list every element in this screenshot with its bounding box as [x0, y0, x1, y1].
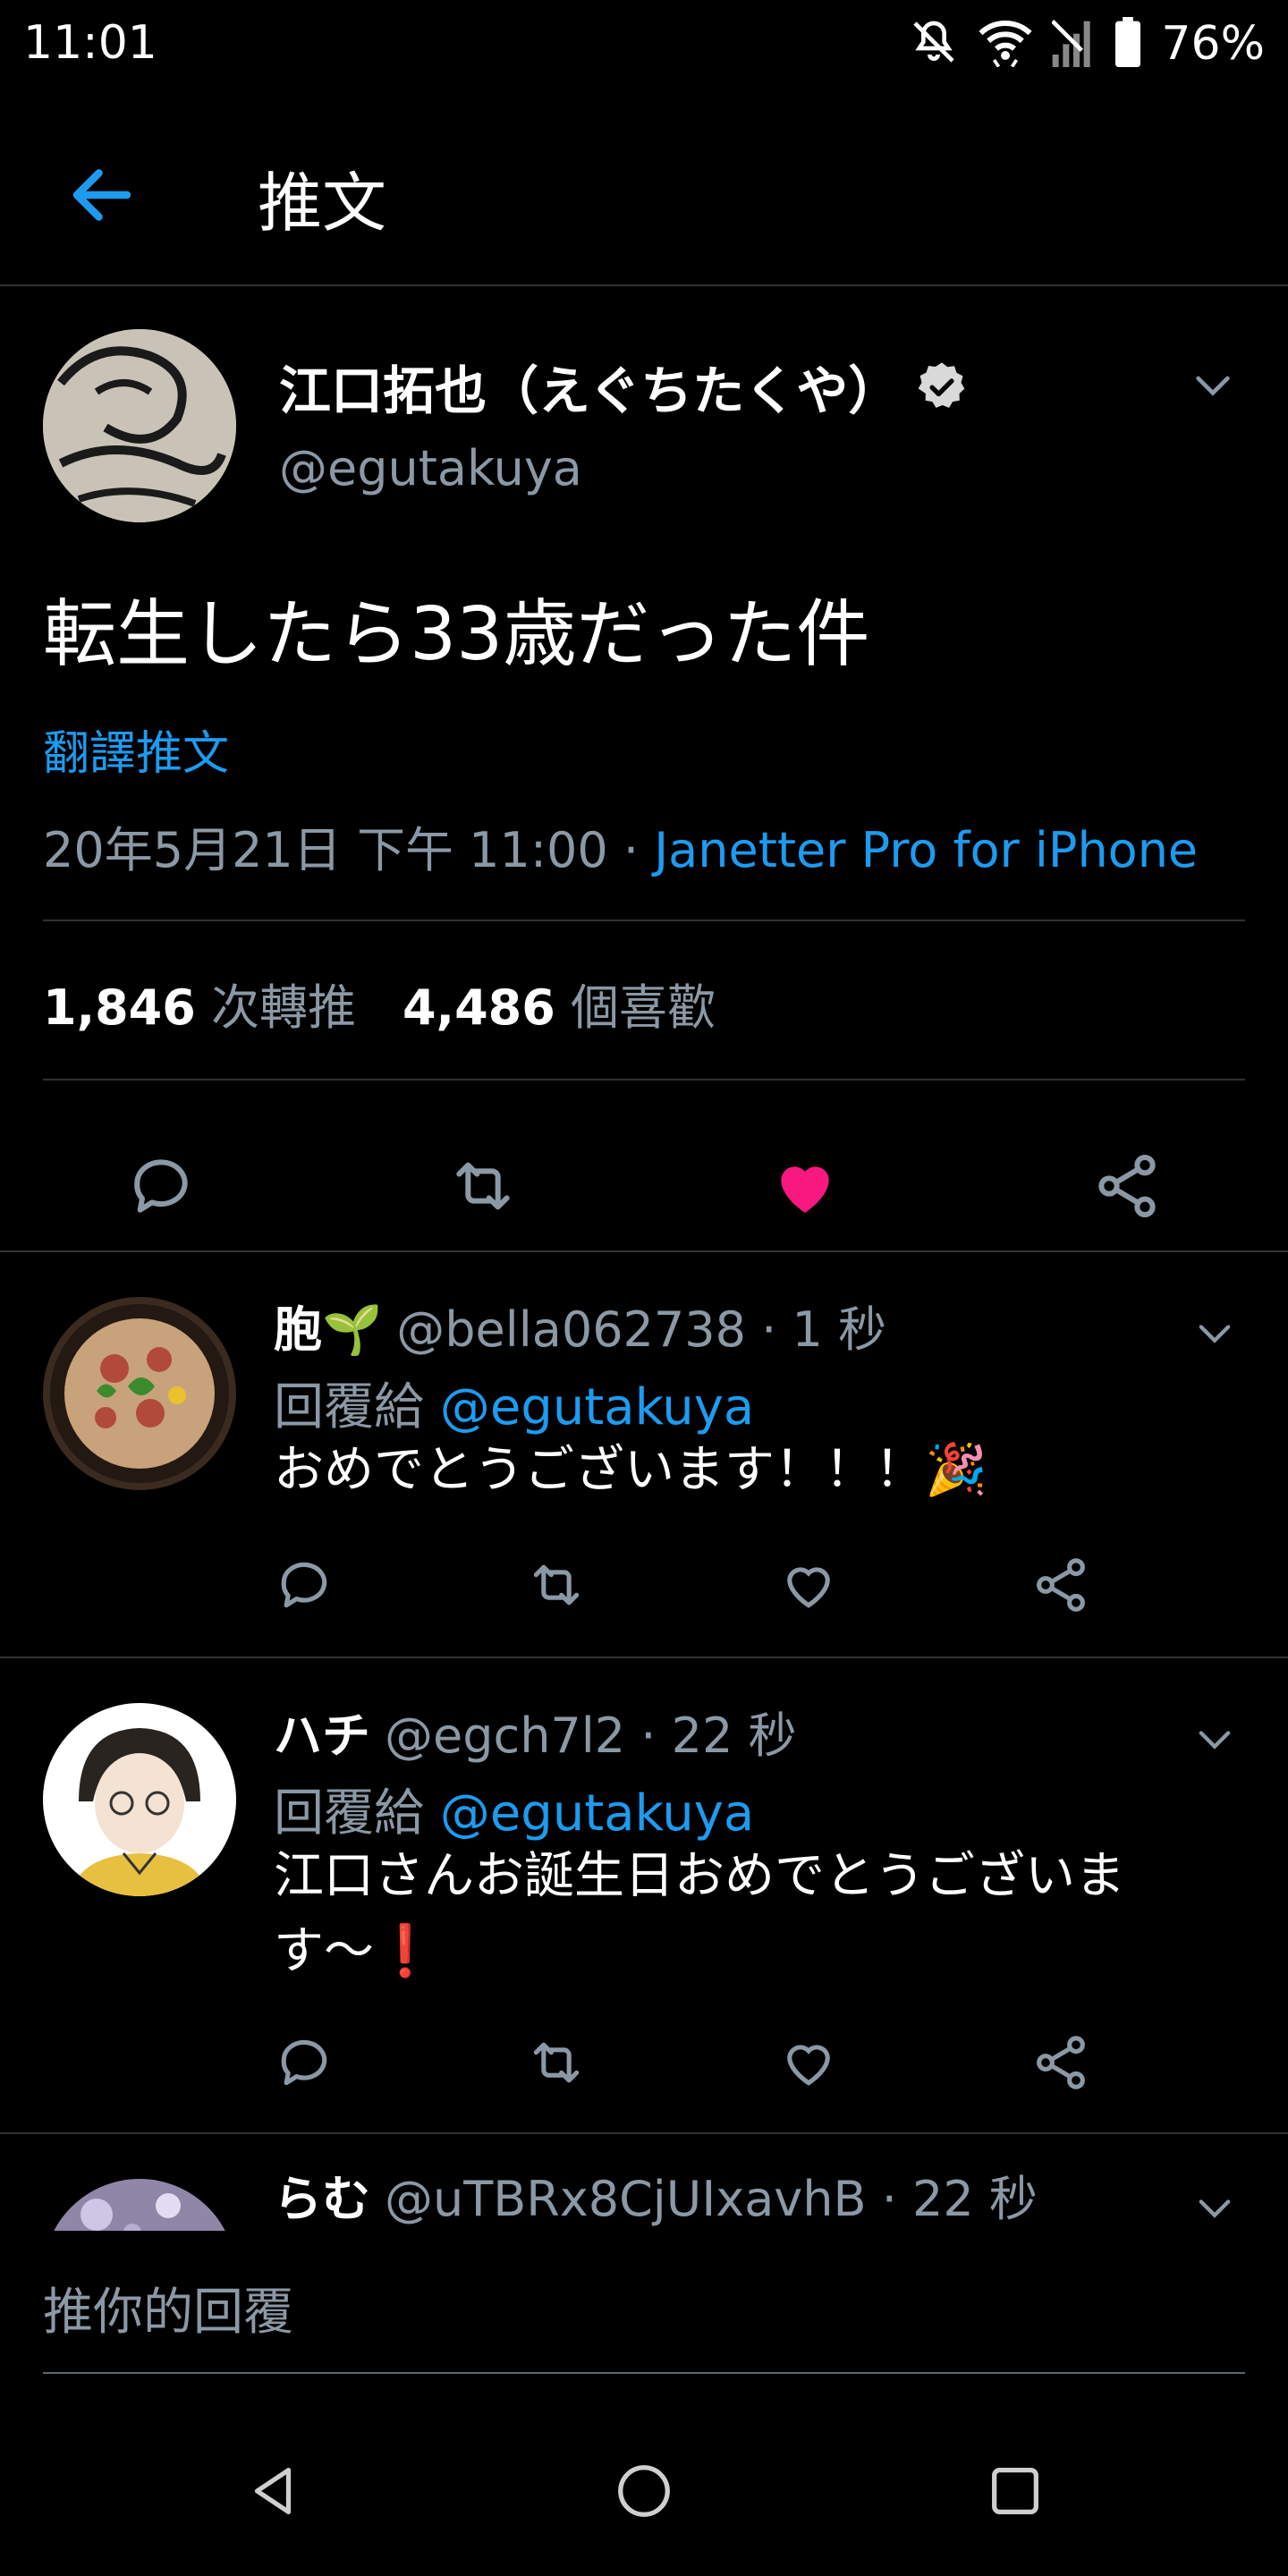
- reply-action-bar: [274, 2032, 1132, 2104]
- nav-recents-icon[interactable]: [984, 2460, 1046, 2522]
- chevron-down-icon[interactable]: [1191, 1309, 1238, 1356]
- composer-underline: [43, 2372, 1245, 2374]
- reply-item[interactable]: ハチ @egch7l2 · 22 秒 回覆給 @egutakuya 江口さんお誕生…: [0, 1660, 1288, 2134]
- reply-icon[interactable]: [274, 2032, 335, 2093]
- author-display-name: 江口拓也（えぐちたくや）: [279, 360, 901, 421]
- reply-time: · 22 秒: [866, 2171, 1038, 2227]
- reply-header: 胞🌱 @bella062738 · 1 秒: [274, 1290, 886, 1360]
- battery-percent: 76%: [1161, 17, 1265, 71]
- like-label: 個喜歡: [570, 979, 716, 1036]
- replying-to-label: 回覆給: [274, 1378, 424, 1436]
- reply-text: 江口さんお誕生日おめでとうございます〜❗: [274, 1847, 1125, 1980]
- replying-to: 回覆給 @egutakuya: [274, 1773, 754, 1845]
- main-tweet: 江口拓也（えぐちたくや） @egutakuya 転生したら33歳だった件 翻譯推…: [0, 288, 1288, 1252]
- share-icon[interactable]: [1030, 1555, 1091, 1615]
- page-title: 推文: [258, 165, 387, 241]
- replying-to-label: 回覆給: [274, 1784, 424, 1843]
- reply-display-name: 胞🌱: [274, 1301, 383, 1358]
- replying-to-handle[interactable]: @egutakuya: [440, 1378, 754, 1436]
- tweet-timestamp: 20年5月21日 下午 11:00 ·: [43, 822, 655, 878]
- share-icon[interactable]: [1030, 2032, 1091, 2093]
- like-count: 4,486: [402, 979, 555, 1036]
- replying-to-handle[interactable]: @egutakuya: [440, 1784, 754, 1843]
- verified-badge-icon: [918, 362, 965, 408]
- author-handle: @egutakuya: [279, 440, 582, 496]
- retweet-icon[interactable]: [447, 1150, 519, 1222]
- tweet-action-bar: [0, 1120, 1288, 1245]
- top-app-bar: 推文: [0, 107, 1288, 286]
- battery-icon: [1114, 17, 1141, 71]
- back-arrow-icon[interactable]: [64, 157, 140, 233]
- reply-icon[interactable]: [125, 1150, 197, 1222]
- like-heart-icon[interactable]: [778, 1555, 839, 1615]
- reply-handle: @egch7l2: [385, 1707, 626, 1764]
- signal-icon: [1051, 17, 1095, 71]
- tweet-meta: 20年5月21日 下午 11:00 · Janetter Pro for iPh…: [43, 810, 1198, 881]
- reply-avatar[interactable]: [43, 1297, 236, 1490]
- reply-display-name: らむ: [274, 2171, 370, 2227]
- reply-action-bar: [274, 1555, 1132, 1626]
- retweet-icon[interactable]: [526, 1555, 587, 1615]
- share-icon[interactable]: [1091, 1150, 1163, 1222]
- reply-header: らむ @uTBRx8CjUIxavhB · 22 秒: [274, 2159, 1038, 2230]
- author-avatar[interactable]: [43, 329, 236, 522]
- status-icons: 76%: [909, 13, 1265, 75]
- retweet-icon[interactable]: [526, 2032, 587, 2093]
- chevron-down-icon[interactable]: [1191, 2184, 1238, 2231]
- reply-text: おめでとうございます！！！🎉: [274, 1441, 987, 1499]
- chevron-down-icon[interactable]: [1191, 1716, 1238, 1762]
- reply-handle: @uTBRx8CjUIxavhB: [385, 2171, 867, 2227]
- reply-display-name: ハチ: [274, 1707, 370, 1764]
- divider: [43, 1079, 1245, 1080]
- author-name-row[interactable]: 江口拓也（えぐちたくや）: [279, 349, 968, 424]
- reply-handle: @bella062738: [396, 1301, 746, 1358]
- replying-to: 回覆給 @egutakuya: [274, 1367, 754, 1439]
- like-heart-icon[interactable]: [769, 1150, 841, 1222]
- like-stat[interactable]: 4,486 個喜歡: [402, 968, 716, 1038]
- reply-item[interactable]: らむ @uTBRx8CjUIxavhB · 22 秒: [0, 2136, 1288, 2231]
- reply-item[interactable]: 胞🌱 @bella062738 · 1 秒 回覆給 @egutakuya おめでと…: [0, 1254, 1288, 1658]
- mute-bell-icon: [909, 17, 959, 71]
- retweet-count: 1,846: [43, 979, 196, 1036]
- reply-header: ハチ @egch7l2 · 22 秒: [274, 1696, 797, 1767]
- wifi-icon: [979, 17, 1032, 71]
- nav-back-icon[interactable]: [242, 2460, 304, 2522]
- reply-composer[interactable]: 推你的回覆: [0, 2231, 1288, 2374]
- reply-avatar[interactable]: [43, 1703, 236, 1896]
- system-nav-bar: [0, 2397, 1288, 2576]
- chevron-down-icon[interactable]: [1188, 360, 1238, 410]
- like-heart-icon[interactable]: [778, 2032, 839, 2093]
- reply-avatar[interactable]: [43, 2179, 236, 2231]
- divider: [43, 919, 1245, 921]
- tweet-stats: 1,846 次轉推 4,486 個喜歡: [43, 968, 716, 1038]
- status-bar: 11:01 76%: [0, 0, 1288, 89]
- reply-time: · 22 秒: [625, 1707, 797, 1764]
- translate-tweet-link[interactable]: 翻譯推文: [43, 716, 229, 783]
- tweet-text: 転生したら33歳だった件: [43, 592, 870, 677]
- retweet-stat[interactable]: 1,846 次轉推: [43, 968, 356, 1038]
- retweet-label: 次轉推: [210, 979, 356, 1036]
- reply-icon[interactable]: [274, 1555, 335, 1615]
- nav-home-icon[interactable]: [613, 2460, 675, 2522]
- reply-time: · 1 秒: [746, 1301, 887, 1358]
- reply-input[interactable]: 推你的回覆: [43, 2272, 293, 2344]
- tweet-source-link[interactable]: Janetter Pro for iPhone: [654, 822, 1198, 878]
- status-time: 11:01: [23, 16, 157, 70]
